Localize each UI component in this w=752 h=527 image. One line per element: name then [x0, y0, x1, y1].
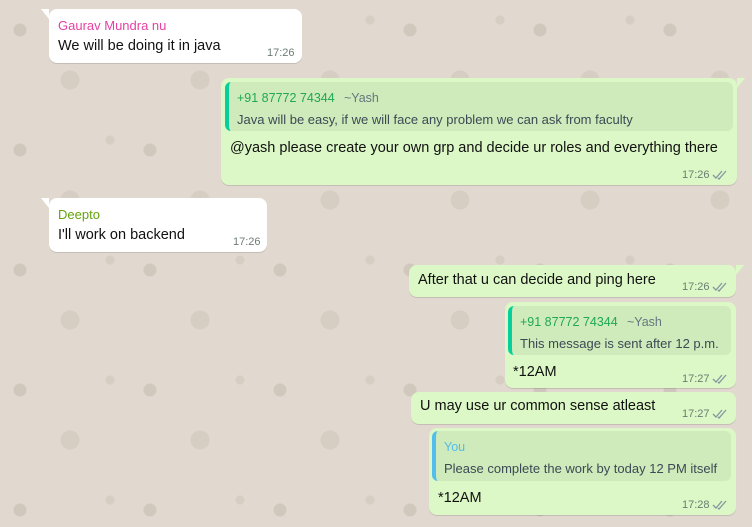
quoted-text: Please complete the work by today 12 PM … [444, 461, 718, 476]
double-check-icon [712, 170, 727, 180]
quoted-sender-name: ~Yash [627, 315, 662, 329]
outgoing-message[interactable]: You Please complete the work by today 12… [429, 428, 736, 515]
incoming-message[interactable]: Deepto I'll work on backend 17:26 [41, 198, 267, 252]
outgoing-message[interactable]: U may use ur common sense atleast 17:27 [411, 392, 736, 424]
quoted-text: This message is sent after 12 p.m. [520, 336, 719, 351]
message-time: 17:28 [682, 499, 710, 511]
message-time: 17:26 [682, 169, 710, 181]
message-text: After that u can decide and ping here [418, 272, 656, 288]
outgoing-message[interactable]: After that u can decide and ping here 17… [409, 265, 744, 297]
quoted-reply[interactable]: +91 87772 74344 ~Yash This message is se… [508, 306, 731, 355]
sender-name[interactable]: Gaurav Mundra nu [58, 18, 166, 33]
quoted-sender-phone: +91 87772 74344 [520, 315, 618, 329]
double-check-icon [712, 409, 727, 419]
double-check-icon [712, 500, 727, 510]
double-check-icon [712, 374, 727, 384]
quoted-reply[interactable]: +91 87772 74344 ~Yash Java will be easy,… [225, 82, 733, 131]
incoming-message[interactable]: Gaurav Mundra nu We will be doing it in … [41, 9, 302, 63]
message-time: 17:26 [267, 47, 295, 59]
quoted-sender-name: You [444, 440, 466, 454]
message-text: I'll work on backend [58, 227, 185, 243]
message-time: 17:26 [233, 236, 261, 248]
outgoing-message[interactable]: +91 87772 74344 ~Yash This message is se… [505, 302, 736, 388]
quoted-reply[interactable]: You Please complete the work by today 12… [432, 431, 731, 481]
message-time: 17:26 [682, 281, 710, 293]
quoted-text: Java will be easy, if we will face any p… [237, 112, 633, 127]
message-text: *12AM [513, 364, 557, 380]
double-check-icon [712, 282, 727, 292]
message-text: @yash please create your own grp and dec… [230, 140, 718, 156]
message-text: *12AM [438, 490, 482, 506]
message-time: 17:27 [682, 373, 710, 385]
quoted-sender-name: ~Yash [344, 91, 379, 105]
message-time: 17:27 [682, 408, 710, 420]
sender-name[interactable]: Deepto [58, 207, 100, 222]
message-text: U may use ur common sense atleast [420, 398, 656, 414]
quoted-sender-phone: +91 87772 74344 [237, 91, 335, 105]
outgoing-message[interactable]: +91 87772 74344 ~Yash Java will be easy,… [221, 78, 745, 185]
message-text: We will be doing it in java [58, 38, 221, 54]
chat-screen: { "colors": { "incoming_bg": "#ffffff", … [0, 0, 752, 527]
